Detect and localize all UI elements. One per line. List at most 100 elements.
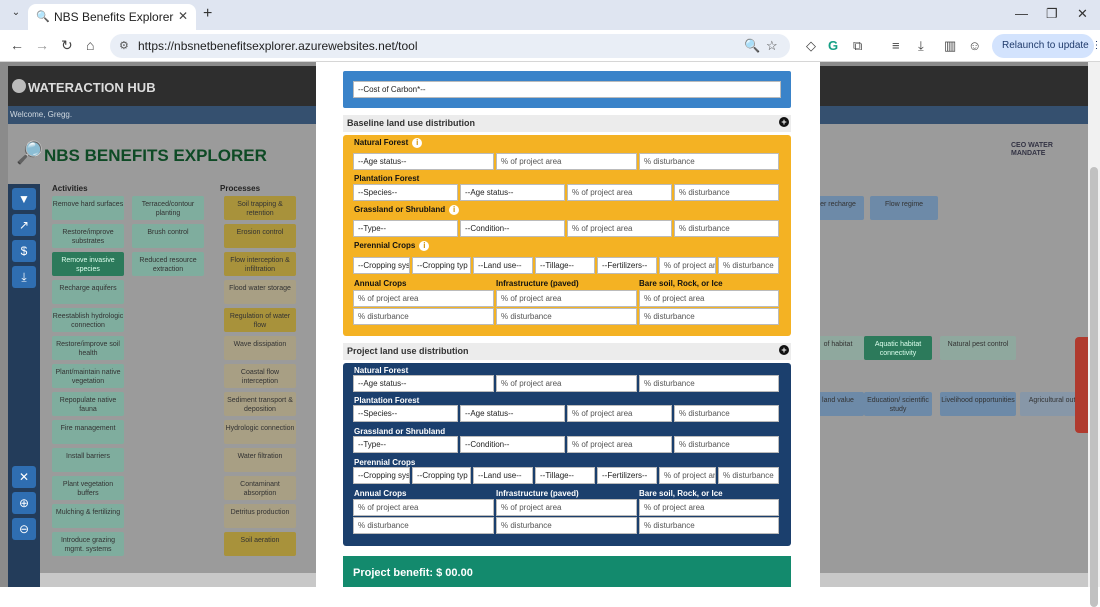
p-gs-condition-select[interactable]: --Condition-- [460, 436, 565, 453]
node-tile[interactable]: Detritus production [224, 504, 296, 528]
close-tab-icon[interactable]: ✕ [178, 9, 188, 23]
node-tile[interactable]: Plant/maintain native vegetation [52, 364, 124, 388]
node-tile[interactable]: Remove invasive species [52, 252, 124, 276]
p-bs-pct-dist-input[interactable]: % disturbance [639, 517, 779, 534]
gs-condition-select[interactable]: --Condition-- [460, 220, 565, 237]
site-info-icon[interactable]: ⚙ [119, 39, 129, 52]
p-pc-pct-dist-input[interactable]: % disturbance [718, 467, 779, 484]
zoom-in-icon[interactable]: ⊕ [12, 492, 36, 514]
baseline-header[interactable]: Baseline land use distribution + [343, 115, 791, 132]
node-tile[interactable]: Recharge aquifers [52, 280, 124, 304]
minimize-icon[interactable]: — [1015, 6, 1028, 21]
address-bar[interactable]: ⚙ https://nbsnetbenefitsexplorer.azurewe… [110, 34, 790, 58]
scrollbar-thumb[interactable] [1090, 167, 1098, 607]
p-pf-species-select[interactable]: --Species-- [353, 405, 458, 422]
bs-pct-dist-input[interactable]: % disturbance [639, 308, 779, 325]
nf-pct-dist-input[interactable]: % disturbance [639, 153, 779, 170]
profile-avatar-icon[interactable]: ☺ [968, 38, 981, 53]
browser-tab[interactable]: 🔍 NBS Benefits Explorer ✕ [28, 4, 196, 30]
node-tile[interactable]: Introduce grazing mgmt. systems [52, 532, 124, 556]
p-pf-pct-dist-input[interactable]: % disturbance [674, 405, 779, 422]
node-tile[interactable]: Brush control [132, 224, 204, 248]
media-icon[interactable]: ≡ [892, 38, 900, 53]
pc-pct-area-input[interactable]: % of project ar [659, 257, 716, 274]
gs-pct-dist-input[interactable]: % disturbance [674, 220, 779, 237]
zoom-icon[interactable]: 🔍 [744, 38, 760, 54]
node-tile[interactable]: Livelihood opportunities [940, 392, 1016, 416]
download-icon[interactable]: ⤓ [12, 266, 36, 288]
p-nf-pct-area-input[interactable]: % of project area [496, 375, 637, 392]
info-icon[interactable]: i [412, 138, 423, 148]
collapse-icon[interactable]: ✕ [12, 466, 36, 488]
side-panel-icon[interactable]: ▥ [944, 38, 956, 54]
cost-of-carbon-select[interactable]: --Cost of Carbon*-- [353, 81, 781, 98]
node-tile[interactable]: Restore/improve soil health [52, 336, 124, 360]
p-bs-pct-area-input[interactable]: % of project area [639, 499, 779, 516]
p-pc-land-use-select[interactable]: --Land use-- [473, 467, 533, 484]
info-icon[interactable]: i [419, 241, 430, 251]
pc-pct-dist-input[interactable]: % disturbance [718, 257, 779, 274]
pc-fertilizers-select[interactable]: --Fertilizers-- [597, 257, 657, 274]
node-tile[interactable]: Reduced resource extraction [132, 252, 204, 276]
node-tile[interactable]: Wave dissipation [224, 336, 296, 360]
p-ac-pct-dist-input[interactable]: % disturbance [353, 517, 494, 534]
p-pc-cropping-type-select[interactable]: --Cropping typ [412, 467, 471, 484]
expand-icon[interactable]: + [779, 345, 789, 355]
dropbox-icon[interactable]: ◇ [806, 38, 816, 54]
node-tile[interactable]: Erosion control [224, 224, 296, 248]
node-tile[interactable]: Terraced/contour planting [132, 196, 204, 220]
pc-cropping-sys-select[interactable]: --Cropping sys [353, 257, 410, 274]
p-pf-pct-area-input[interactable]: % of project area [567, 405, 672, 422]
node-tile[interactable]: Repopulate native fauna [52, 392, 124, 416]
pc-cropping-type-select[interactable]: --Cropping typ [412, 257, 471, 274]
p-gs-pct-area-input[interactable]: % of project area [567, 436, 672, 453]
p-nf-pct-dist-input[interactable]: % disturbance [639, 375, 779, 392]
node-tile[interactable]: Aquatic habitat connectivity [864, 336, 932, 360]
node-tile[interactable]: Plant vegetation buffers [52, 476, 124, 500]
pf-age-status-select[interactable]: --Age status-- [460, 184, 565, 201]
home-icon[interactable]: ⌂ [86, 37, 94, 53]
node-tile[interactable]: Coastal flow interception [224, 364, 296, 388]
p-nf-age-status-select[interactable]: --Age status-- [353, 375, 494, 392]
node-tile[interactable]: Sediment transport & deposition [224, 392, 296, 416]
tab-search-icon[interactable]: ⌄ [8, 7, 24, 23]
node-tile[interactable]: Contaminant absorption [224, 476, 296, 500]
node-tile[interactable]: Soil aeration [224, 532, 296, 556]
node-tile[interactable]: Education/ scientific study [864, 392, 932, 416]
close-window-icon[interactable]: ✕ [1077, 6, 1088, 22]
relaunch-button[interactable]: Relaunch to update ⋮ [992, 34, 1100, 58]
gs-type-select[interactable]: --Type-- [353, 220, 458, 237]
node-tile[interactable]: Flood water storage [224, 280, 296, 304]
node-tile[interactable]: Hydrologic connection [224, 420, 296, 444]
vertical-scrollbar[interactable] [1088, 62, 1100, 607]
gs-pct-area-input[interactable]: % of project area [567, 220, 672, 237]
pf-species-select[interactable]: --Species-- [353, 184, 458, 201]
dollar-icon[interactable]: $ [12, 240, 36, 262]
chart-icon[interactable]: ↗ [12, 214, 36, 236]
pc-land-use-select[interactable]: --Land use-- [473, 257, 533, 274]
pf-pct-area-input[interactable]: % of project area [567, 184, 672, 201]
download-icon[interactable]: ⤓ [918, 38, 924, 54]
p-gs-type-select[interactable]: --Type-- [353, 436, 458, 453]
pc-tillage-select[interactable]: --Tillage-- [535, 257, 595, 274]
ac-pct-dist-input[interactable]: % disturbance [353, 308, 494, 325]
nf-pct-area-input[interactable]: % of project area [496, 153, 637, 170]
p-pc-tillage-select[interactable]: --Tillage-- [535, 467, 595, 484]
extensions-icon[interactable]: ⧉ [853, 38, 862, 54]
p-inf-pct-area-input[interactable]: % of project area [496, 499, 637, 516]
p-pf-age-status-select[interactable]: --Age status-- [460, 405, 565, 422]
p-inf-pct-dist-input[interactable]: % disturbance [496, 517, 637, 534]
node-tile[interactable]: Natural pest control [940, 336, 1016, 360]
p-gs-pct-dist-input[interactable]: % disturbance [674, 436, 779, 453]
p-pc-fertilizers-select[interactable]: --Fertilizers-- [597, 467, 657, 484]
expand-icon[interactable]: + [779, 117, 789, 127]
inf-pct-dist-input[interactable]: % disturbance [496, 308, 637, 325]
p-pc-pct-area-input[interactable]: % of project ar [659, 467, 716, 484]
node-tile[interactable]: Remove hard surfaces [52, 196, 124, 220]
info-icon[interactable]: i [449, 205, 460, 215]
project-header[interactable]: Project land use distribution + [343, 343, 791, 360]
nf-age-status-select[interactable]: --Age status-- [353, 153, 494, 170]
node-tile[interactable]: Reestablish hydrologic connection [52, 308, 124, 332]
bs-pct-area-input[interactable]: % of project area [639, 290, 779, 307]
node-tile[interactable]: Soil trapping & retention [224, 196, 296, 220]
